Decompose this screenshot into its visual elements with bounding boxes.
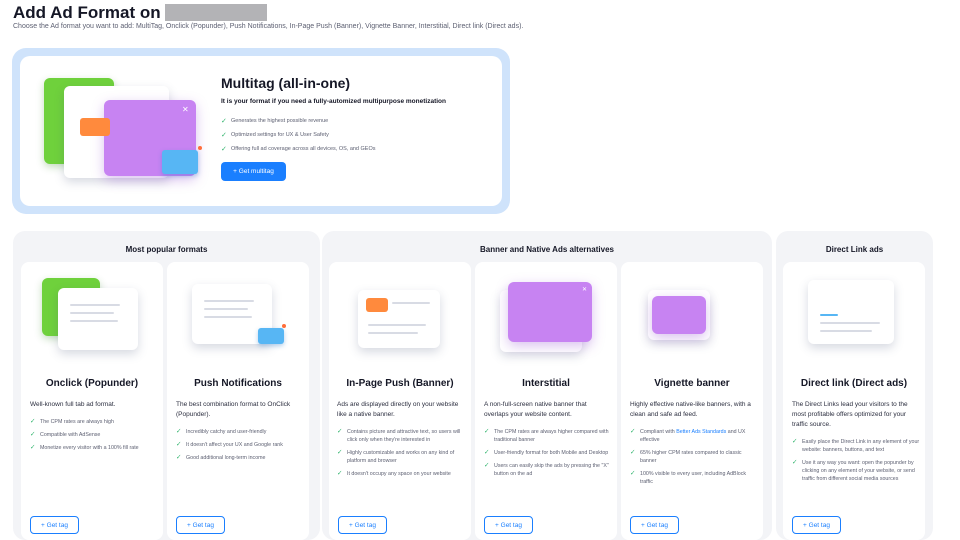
list-item: ✓ Compliant with Better Ads Standards and… [630, 428, 746, 443]
get-tag-button-in-page-push[interactable]: + Get tag [338, 516, 387, 534]
check-icon: ✓ [176, 454, 182, 461]
feature-list: ✓ The CPM rates are always higher compare… [484, 428, 612, 483]
vignette-illustration [648, 286, 728, 348]
check-icon: ✓ [630, 449, 636, 456]
card-description: The best combination format to OnClick (… [176, 401, 291, 418]
check-icon: ✓ [484, 428, 490, 435]
multitag-illustration: ✕ [44, 70, 204, 190]
in-page-push-illustration [358, 284, 448, 350]
list-item: ✓ It doesn't affect your UX and Google ra… [176, 441, 283, 448]
direct-link-illustration [808, 280, 904, 352]
interstitial-illustration: ✕ [500, 282, 596, 354]
check-icon: ✓ [221, 118, 227, 125]
multitag-description: It is your format if you need a fully-au… [221, 98, 446, 105]
card-title: Push Notifications [194, 378, 282, 389]
card-description: A non-full-screen native banner that ove… [484, 401, 587, 418]
get-tag-button-onclick[interactable]: + Get tag [30, 516, 79, 534]
list-item: ✓ Optimized settings for UX & User Safety [221, 132, 329, 139]
list-item: ✓ User-friendly format for both Mobile an… [484, 449, 609, 456]
feature-list: ✓ Incredibly catchy and user-friendly ✓ It… [176, 428, 302, 467]
card-title: Interstitial [522, 378, 570, 389]
feature-list: ✓ The CPM rates are always high ✓ Compatib… [30, 418, 156, 457]
push-notifications-illustration [192, 284, 288, 350]
list-item: ✓ Users can easily skip the ads by pressi… [484, 462, 609, 477]
get-multitag-button[interactable]: + Get multitag [221, 162, 286, 181]
card-title: Onclick (Popunder) [45, 378, 139, 389]
check-icon: ✓ [630, 428, 636, 435]
group-title-popular: Most popular formats [125, 245, 208, 254]
check-icon: ✓ [484, 449, 490, 456]
card-description: Ads are displayed directly on your websi… [337, 401, 459, 418]
card-title: In-Page Push (Banner) [346, 378, 454, 389]
check-icon: ✓ [30, 418, 36, 425]
check-icon: ✓ [221, 132, 227, 139]
card-title: Vignette banner [654, 378, 730, 389]
feature-list: ✓ Compliant with Better Ads Standards and… [630, 428, 758, 491]
card-description: Highly effective native-like banners, wi… [630, 401, 751, 418]
list-item: ✓ Offering full ad coverage across all de… [221, 146, 376, 153]
group-title-banner: Banner and Native Ads alternatives [480, 245, 614, 254]
list-item: ✓ Generates the highest possible revenue [221, 118, 329, 125]
check-icon: ✓ [337, 428, 343, 435]
card-title: Direct link (Direct ads) [800, 378, 908, 389]
list-item: ✓ 65% higher CPM rates compared to classi… [630, 449, 742, 464]
feature-list: ✓ Easily place the Direct Link in any ele… [792, 438, 920, 488]
multitag-feature-list: ✓ Generates the highest possible revenue … [221, 114, 376, 156]
get-tag-button-direct-link[interactable]: + Get tag [792, 516, 841, 534]
close-icon: ✕ [182, 105, 189, 114]
close-icon: ✕ [582, 287, 588, 293]
check-icon: ✓ [176, 428, 182, 435]
feature-list: ✓ Contains picture and attractive text, s… [337, 428, 465, 483]
check-icon: ✓ [176, 441, 182, 448]
list-item: ✓ The CPM rates are always high [30, 418, 114, 425]
list-item: ✓ Monetize every visitor with a 100% fill… [30, 444, 139, 451]
list-item: ✓ The CPM rates are always higher compare… [484, 428, 609, 443]
check-icon: ✓ [630, 470, 636, 477]
page-subtitle: Choose the Ad format you want to add: Mu… [13, 23, 524, 30]
card-description: Well-known full tab ad format. [30, 401, 116, 408]
check-icon: ✓ [337, 470, 343, 477]
page-title: Add Ad Format on [13, 3, 267, 23]
list-item: ✓ It doesn't occupy any space on your web… [337, 470, 451, 477]
better-ads-standards-link[interactable]: Better Ads Standards [676, 429, 726, 435]
check-icon: ✓ [484, 462, 490, 469]
get-tag-button-push[interactable]: + Get tag [176, 516, 225, 534]
card-description: The Direct Links lead your visitors to t… [792, 401, 908, 428]
check-icon: ✓ [30, 431, 36, 438]
list-item: ✓ Contains picture and attractive text, s… [337, 428, 461, 443]
multitag-title: Multitag (all-in-one) [221, 75, 351, 91]
list-item: ✓ 100% visible to every user, including A… [630, 470, 746, 485]
check-icon: ✓ [792, 459, 798, 466]
check-icon: ✓ [792, 438, 798, 445]
check-icon: ✓ [337, 449, 343, 456]
group-title-direct: Direct Link ads [825, 245, 884, 254]
get-tag-button-vignette[interactable]: + Get tag [630, 516, 679, 534]
list-item: ✓ Highly customizable and works on any ki… [337, 449, 455, 464]
check-icon: ✓ [221, 146, 227, 153]
onclick-illustration [42, 278, 142, 360]
redacted-site-name [164, 4, 267, 21]
list-item: ✓ Use it any way you want: open the popun… [792, 459, 915, 482]
list-item: ✓ Easily place the Direct Link in any ele… [792, 438, 920, 453]
get-tag-button-interstitial[interactable]: + Get tag [484, 516, 533, 534]
list-item: ✓ Incredibly catchy and user-friendly [176, 428, 267, 435]
list-item: ✓ Compatible with AdSense [30, 431, 101, 438]
list-item: ✓ Good additional long-term income [176, 454, 266, 461]
check-icon: ✓ [30, 444, 36, 451]
